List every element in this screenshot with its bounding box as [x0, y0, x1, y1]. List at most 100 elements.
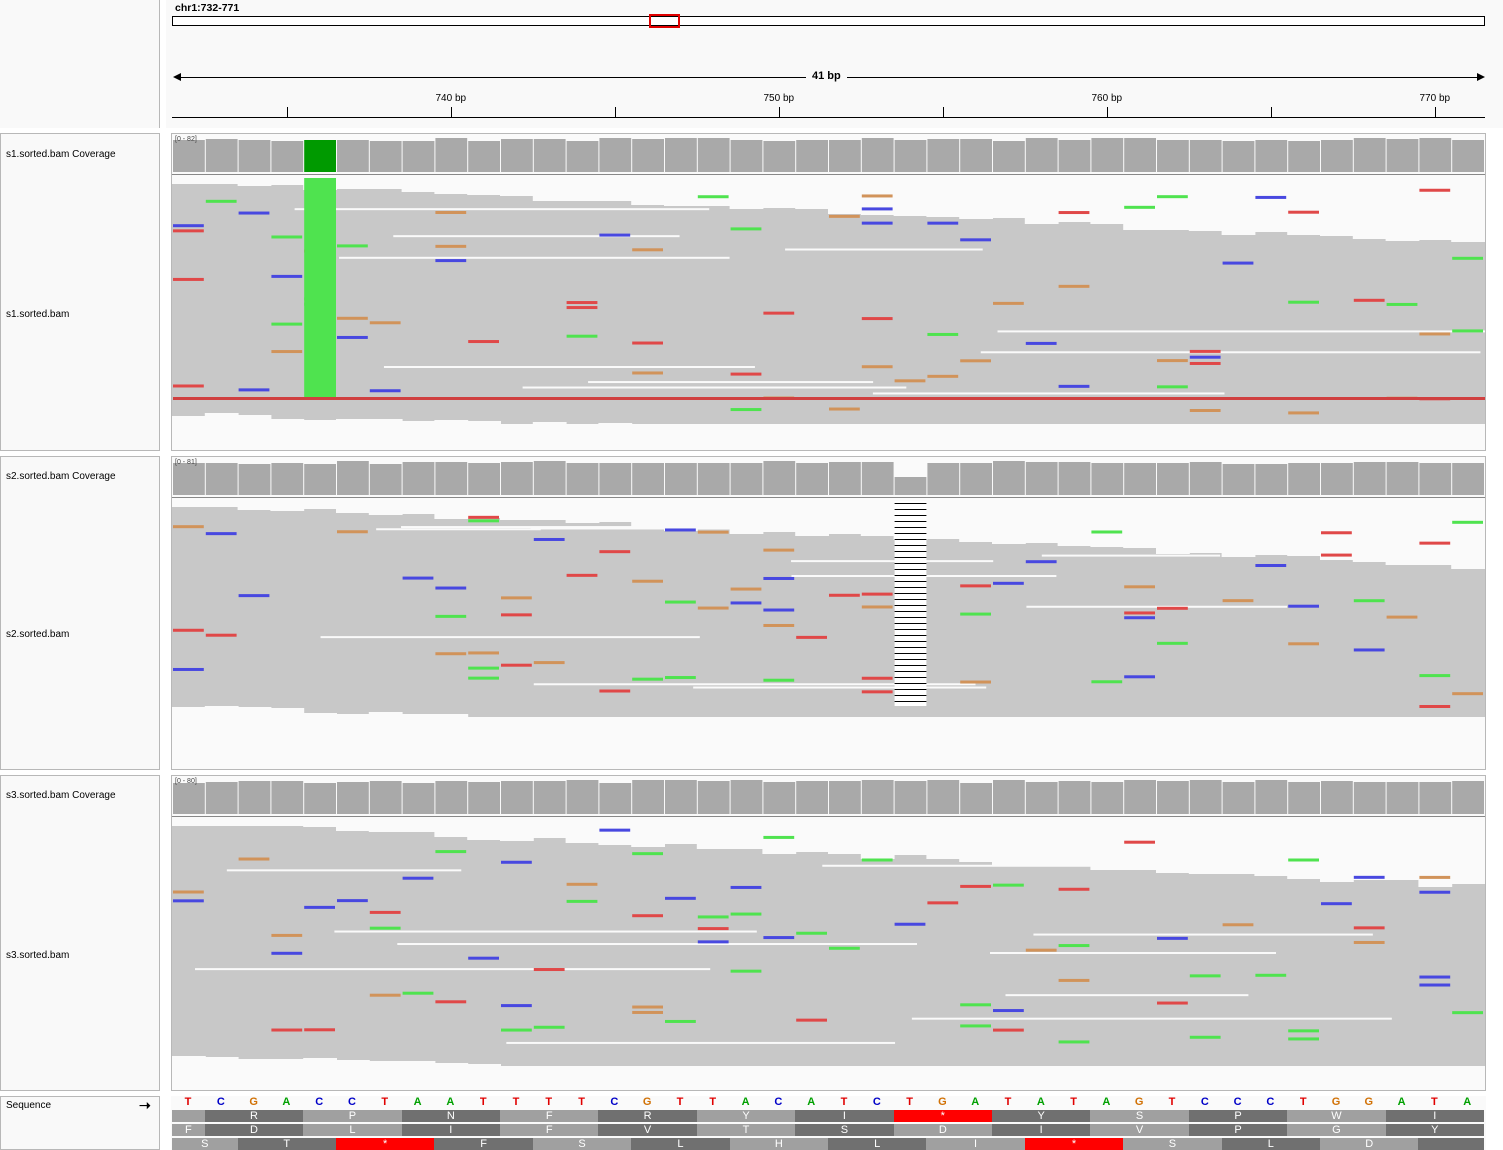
- coverage-bar[interactable]: [697, 781, 730, 814]
- coverage-bar[interactable]: [1452, 463, 1484, 495]
- coverage-bar[interactable]: [1386, 462, 1419, 495]
- coverage-bar[interactable]: [763, 141, 796, 172]
- coverage-bar[interactable]: [1255, 140, 1288, 172]
- coverage-bar[interactable]: [369, 781, 402, 814]
- coverage-bar[interactable]: [1452, 781, 1484, 814]
- coverage-bar[interactable]: [402, 141, 435, 172]
- coverage-bar[interactable]: [632, 463, 664, 495]
- coverage-bar[interactable]: [1353, 138, 1386, 172]
- coverage-bar[interactable]: [1419, 138, 1452, 172]
- alignment-canvas-s2[interactable]: [172, 457, 1486, 770]
- coverage-bar[interactable]: [1124, 780, 1156, 814]
- coverage-bar[interactable]: [1025, 782, 1058, 814]
- coverage-bar[interactable]: [1353, 782, 1386, 814]
- chromosome-ideogram[interactable]: [172, 16, 1485, 26]
- coverage-bar[interactable]: [468, 141, 500, 172]
- coverage-bar[interactable]: [927, 139, 960, 172]
- coverage-bar[interactable]: [993, 780, 1025, 814]
- coverage-bar[interactable]: [829, 781, 861, 814]
- track-data-panel-s2[interactable]: [0 - 81]: [171, 456, 1486, 770]
- coverage-bar[interactable]: [1222, 782, 1255, 814]
- coverage-bar[interactable]: [993, 141, 1025, 172]
- coverage-bar[interactable]: [304, 140, 336, 172]
- coverage-bar[interactable]: [501, 781, 533, 814]
- coverage-bar[interactable]: [730, 463, 763, 495]
- coverage-bar[interactable]: [632, 780, 664, 814]
- ruler-axis[interactable]: [172, 117, 1485, 118]
- coverage-bar[interactable]: [501, 462, 533, 495]
- coverage-bar[interactable]: [697, 463, 730, 495]
- coverage-bar[interactable]: [1189, 462, 1222, 495]
- coverage-bar[interactable]: [927, 780, 960, 814]
- alignment-track-name[interactable]: s1.sorted.bam: [6, 309, 69, 320]
- coverage-bar[interactable]: [927, 463, 960, 495]
- coverage-bar[interactable]: [533, 461, 566, 495]
- coverage-bar[interactable]: [468, 463, 500, 495]
- coverage-bar[interactable]: [566, 141, 599, 172]
- coverage-bar[interactable]: [369, 141, 402, 172]
- coverage-bar[interactable]: [1255, 464, 1288, 495]
- coverage-bar[interactable]: [665, 780, 697, 814]
- coverage-bar[interactable]: [238, 464, 271, 495]
- coverage-bar[interactable]: [304, 783, 336, 814]
- coverage-bar[interactable]: [1222, 141, 1255, 172]
- coverage-bar[interactable]: [599, 138, 632, 172]
- alignment-track-name[interactable]: s2.sorted.bam: [6, 629, 69, 640]
- coverage-bar[interactable]: [993, 461, 1025, 495]
- coverage-bar[interactable]: [1419, 782, 1452, 814]
- coverage-bar[interactable]: [1189, 140, 1222, 172]
- coverage-bar[interactable]: [665, 138, 697, 172]
- coverage-bar[interactable]: [960, 139, 992, 172]
- coverage-bar[interactable]: [796, 463, 828, 495]
- strand-arrow-icon[interactable]: ➝: [139, 1097, 151, 1114]
- coverage-bar[interactable]: [337, 140, 369, 172]
- coverage-bar[interactable]: [435, 781, 468, 814]
- coverage-bar[interactable]: [829, 462, 861, 495]
- coverage-bar[interactable]: [960, 783, 992, 814]
- coverage-bar[interactable]: [1091, 782, 1124, 814]
- coverage-bar[interactable]: [533, 139, 566, 172]
- coverage-bar[interactable]: [894, 140, 927, 172]
- coverage-bar[interactable]: [665, 463, 697, 495]
- sequence-track-name[interactable]: Sequence: [6, 1100, 51, 1111]
- track-data-panel-s1[interactable]: [0 - 82]: [171, 133, 1486, 451]
- coverage-bar[interactable]: [173, 140, 205, 172]
- coverage-bar[interactable]: [173, 783, 205, 814]
- alignment-canvas-s3[interactable]: [172, 776, 1486, 1091]
- coverage-bar[interactable]: [763, 782, 796, 814]
- coverage-track-name[interactable]: s2.sorted.bam Coverage: [6, 471, 116, 482]
- coverage-bar[interactable]: [861, 780, 894, 814]
- coverage-bar[interactable]: [1091, 138, 1124, 172]
- coverage-bar[interactable]: [1288, 141, 1320, 172]
- coverage-bar[interactable]: [1321, 140, 1353, 172]
- coverage-bar[interactable]: [566, 463, 599, 495]
- coverage-bar[interactable]: [402, 783, 435, 814]
- coverage-bar[interactable]: [1058, 462, 1091, 495]
- coverage-bar[interactable]: [1321, 781, 1353, 814]
- coverage-bar[interactable]: [369, 464, 402, 495]
- coverage-track-name[interactable]: s3.sorted.bam Coverage: [6, 790, 116, 801]
- coverage-bar[interactable]: [468, 782, 500, 814]
- coverage-bar[interactable]: [1386, 782, 1419, 814]
- coverage-bar[interactable]: [1025, 138, 1058, 172]
- coverage-bar[interactable]: [501, 139, 533, 172]
- coverage-bar[interactable]: [1157, 463, 1189, 495]
- coverage-bar[interactable]: [894, 477, 927, 495]
- coverage-bar[interactable]: [697, 138, 730, 172]
- coverage-bar[interactable]: [205, 139, 238, 172]
- coverage-bar[interactable]: [861, 138, 894, 172]
- coverage-bar[interactable]: [960, 463, 992, 495]
- coverage-bar[interactable]: [1091, 463, 1124, 495]
- coverage-bar[interactable]: [271, 781, 304, 814]
- coverage-bar[interactable]: [304, 464, 336, 495]
- coverage-bar[interactable]: [796, 140, 828, 172]
- coverage-bar[interactable]: [1157, 781, 1189, 814]
- coverage-bar[interactable]: [894, 781, 927, 814]
- coverage-bar[interactable]: [566, 780, 599, 814]
- coverage-bar[interactable]: [337, 461, 369, 495]
- coverage-bar[interactable]: [533, 781, 566, 814]
- coverage-bar[interactable]: [337, 782, 369, 814]
- coverage-bar[interactable]: [1189, 780, 1222, 814]
- coverage-bar[interactable]: [1288, 463, 1320, 495]
- alignment-track-name[interactable]: s3.sorted.bam: [6, 950, 69, 961]
